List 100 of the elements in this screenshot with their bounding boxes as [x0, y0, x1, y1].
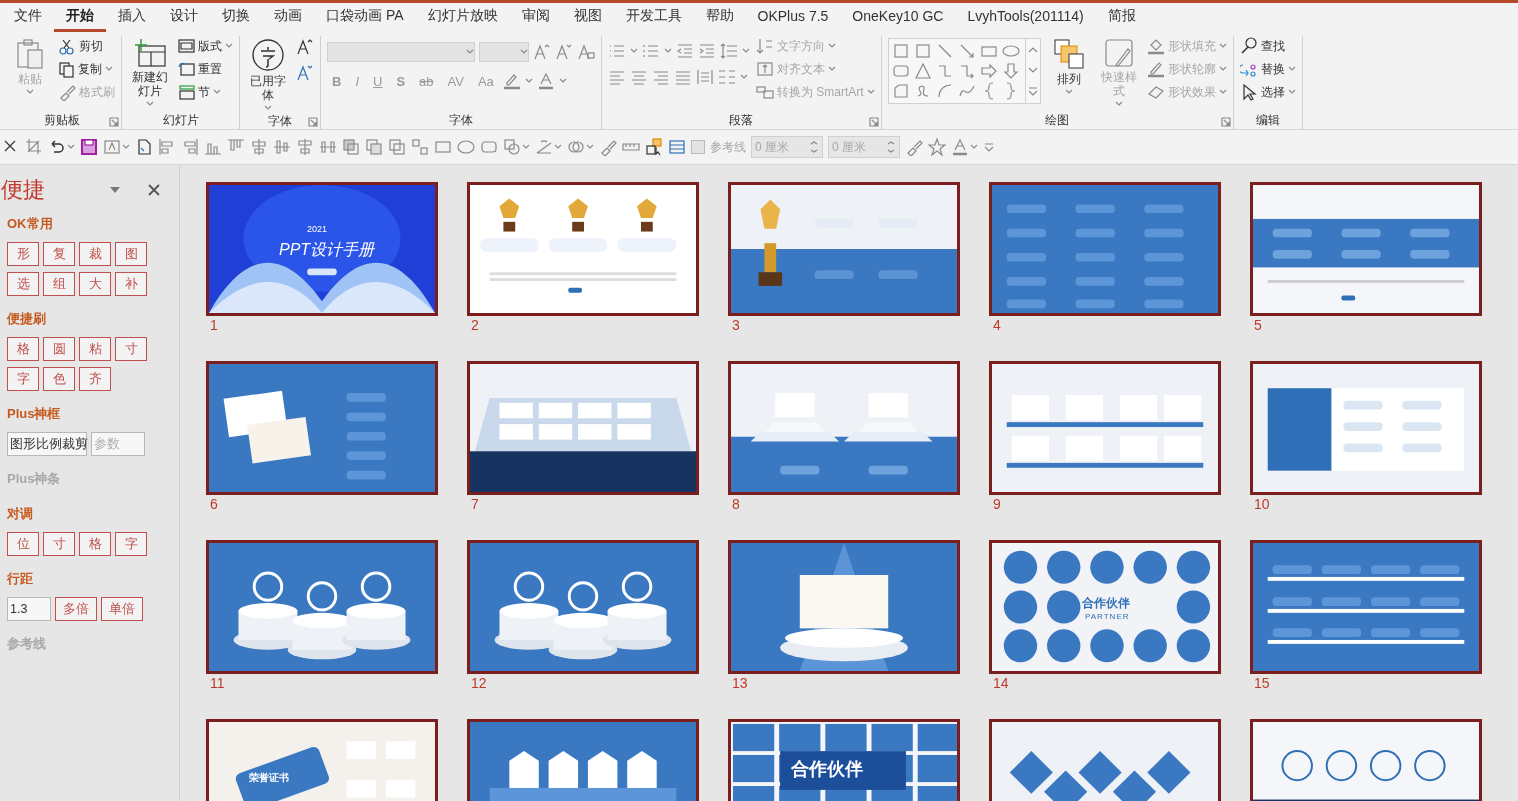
format-button[interactable]: S: [391, 70, 411, 92]
pane-button[interactable]: 组: [43, 272, 75, 296]
ribbon-tab[interactable]: 口袋动画 PA: [314, 3, 416, 32]
ribbon-button[interactable]: 新建幻灯片: [128, 36, 172, 108]
pane-button[interactable]: 寸: [43, 532, 75, 556]
slide-text: PARTNER: [1085, 613, 1130, 622]
slide-thumbnail[interactable]: 合作伙伴 PARTNER: [989, 540, 1221, 674]
pane-button[interactable]: 位: [7, 532, 39, 556]
format-button[interactable]: AV: [442, 70, 469, 92]
ribbon-tab[interactable]: 简报: [1095, 3, 1148, 32]
caret-icon: [1218, 65, 1227, 73]
toolbar-button[interactable]: [80, 138, 98, 156]
align-center-icon: [273, 138, 291, 156]
align-middle-icon: [250, 138, 268, 156]
arrange-icon: [1052, 38, 1085, 70]
ribbon-tab[interactable]: 设计: [158, 3, 210, 32]
star-icon: [928, 138, 946, 156]
vertical-text-box-icon: [913, 42, 932, 60]
format-button[interactable]: I: [350, 70, 364, 92]
ribbon-tab[interactable]: LvyhTools(201114): [955, 3, 1096, 32]
shape-gallery[interactable]: [887, 38, 1041, 104]
toolbar-button[interactable]: [135, 138, 153, 156]
caret-icon: [1064, 88, 1073, 96]
pane-button[interactable]: 选: [7, 272, 39, 296]
pane-button[interactable]: 大: [79, 272, 111, 296]
pane-button[interactable]: 格: [79, 532, 111, 556]
freeform-icon: [891, 82, 910, 100]
pane-button[interactable]: 格: [7, 337, 39, 361]
slide-thumbnail[interactable]: 荣誉证书: [206, 719, 438, 801]
format-button[interactable]: ab: [414, 70, 439, 92]
ribbon-button[interactable]: 版式: [178, 36, 233, 56]
input-field[interactable]: 1.3: [7, 597, 51, 621]
align-left-icon: [158, 138, 176, 156]
ribbon-button[interactable]: 查找: [1239, 36, 1296, 56]
align-left-icon: [608, 68, 626, 86]
caret-icon: [1218, 42, 1227, 50]
ribbon-tab[interactable]: 帮助: [693, 3, 746, 32]
spinner-icon: [809, 140, 819, 154]
ribbon-tab[interactable]: 幻灯片放映: [415, 3, 510, 32]
bullet-list-icon: [608, 42, 626, 60]
font-color-icon: [951, 138, 969, 156]
pane-button[interactable]: 粘: [79, 337, 111, 361]
more-icon: [1027, 87, 1038, 96]
guides-checkbox[interactable]: 参考线: [691, 138, 746, 156]
pane-button[interactable]: 复: [43, 242, 75, 266]
toolbar-button[interactable]: [48, 138, 75, 156]
select-object-icon: [645, 138, 663, 156]
dialog-launcher-icon: [308, 117, 318, 127]
group-icon: [388, 138, 406, 156]
caret-icon: [213, 88, 221, 96]
slide-thumbnail[interactable]: 2021 PPT设计手册: [206, 182, 438, 316]
ribbon-button[interactable]: 复制: [58, 59, 115, 79]
input-field[interactable]: 图形比例裁剪: [7, 432, 87, 456]
text-direction-icon: [756, 37, 774, 55]
pane-button[interactable]: 裁: [79, 242, 111, 266]
pane-button[interactable]: 单倍: [101, 597, 143, 621]
toolbar-button[interactable]: [645, 138, 663, 156]
ribbon-button[interactable]: 选择: [1239, 82, 1296, 102]
ribbon-tab[interactable]: 动画: [262, 3, 314, 32]
pane-button[interactable]: 圆: [43, 337, 75, 361]
ribbon-button[interactable]: 替换: [1239, 59, 1296, 79]
ribbon-button[interactable]: 剪切: [58, 36, 115, 56]
close-icon: [147, 183, 161, 197]
pane-button[interactable]: 形: [7, 242, 39, 266]
pane-button[interactable]: 色: [43, 367, 75, 391]
pane-button[interactable]: 寸: [115, 337, 147, 361]
ribbon-tab[interactable]: 审阅: [509, 3, 562, 32]
ribbon-tab[interactable]: OneKey10 GC: [840, 3, 956, 32]
slide-thumbnail[interactable]: 合作伙伴: [728, 719, 960, 801]
pane-button[interactable]: 字: [115, 532, 147, 556]
ribbon-button[interactable]: 排列: [1046, 36, 1091, 96]
ribbon-tab[interactable]: 文件: [2, 3, 54, 32]
pane-button[interactable]: 多倍: [55, 597, 97, 621]
ribbon-tab[interactable]: 切换: [210, 3, 262, 32]
rotate-icon: [535, 138, 553, 156]
font-size-decrease-icon: [555, 43, 573, 61]
section-heading: 对调: [7, 505, 34, 523]
highlighter-icon: [502, 72, 521, 90]
ribbon-button[interactable]: 节: [178, 82, 233, 102]
ribbon-tab[interactable]: 插入: [106, 3, 158, 32]
justify-icon: [674, 68, 692, 86]
format-button[interactable]: B: [327, 70, 347, 92]
ribbon-tab[interactable]: 开发工具: [613, 3, 694, 32]
dialog-launcher-icon: [109, 117, 119, 127]
pane-button[interactable]: 图: [115, 242, 147, 266]
ribbon-tab[interactable]: OKPlus 7.5: [745, 3, 841, 32]
pane-button[interactable]: 齐: [79, 367, 111, 391]
ribbon-button[interactable]: 重置: [178, 59, 233, 79]
format-button[interactable]: U: [368, 70, 388, 92]
line-spacing-icon: [720, 42, 738, 60]
undo-icon: [48, 138, 66, 156]
ribbon-button[interactable]: 已用字体: [246, 36, 290, 112]
pane-button[interactable]: 补: [115, 272, 147, 296]
pane-button[interactable]: 字: [7, 367, 39, 391]
format-button[interactable]: Aa: [472, 70, 499, 92]
caret-icon: [524, 77, 533, 85]
clear-format-icon: [577, 43, 595, 61]
ribbon-tab[interactable]: 视图: [561, 3, 614, 32]
font-circle-icon: [251, 38, 285, 72]
section-heading: Plus神条: [7, 470, 62, 488]
